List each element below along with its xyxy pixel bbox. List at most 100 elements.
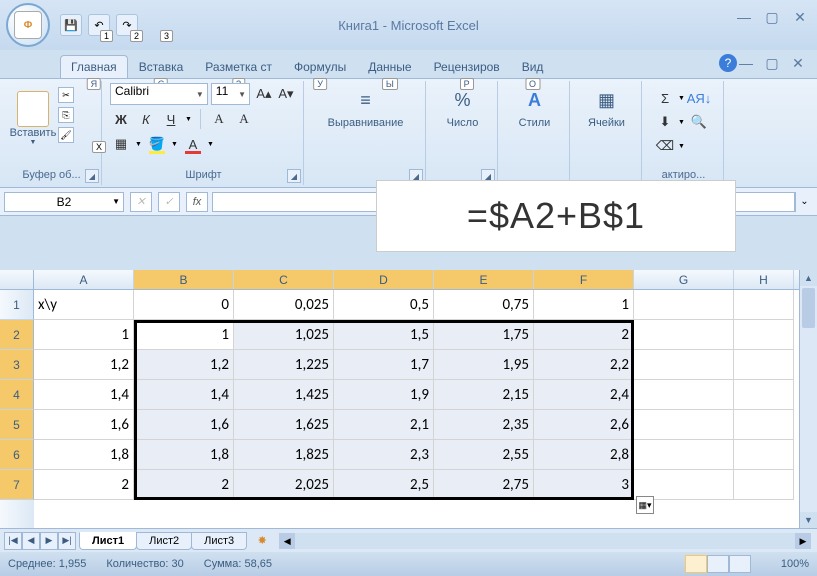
number-button[interactable]: % Число (434, 83, 491, 131)
fx-icon[interactable]: fx (186, 192, 208, 212)
font-extra-a-button[interactable]: A (208, 108, 230, 130)
scroll-thumb[interactable] (802, 288, 815, 328)
cell[interactable]: 2,6 (534, 410, 634, 440)
fill-split2[interactable]: ▼ (678, 111, 686, 133)
font-extra-b-button[interactable]: A (233, 108, 255, 130)
cell[interactable]: 1,025 (234, 320, 334, 350)
cell[interactable] (634, 440, 734, 470)
office-button[interactable]: Ф (6, 3, 50, 47)
bold-button[interactable]: Ж (110, 108, 132, 130)
cell[interactable]: 1,5 (334, 320, 434, 350)
cell[interactable]: 2 (534, 320, 634, 350)
cell[interactable]: 2,55 (434, 440, 534, 470)
sum-split[interactable]: ▼ (678, 87, 686, 109)
column-header[interactable]: A (34, 270, 134, 289)
font-name-select[interactable]: Calibri▼ (110, 83, 208, 105)
cell[interactable]: 2,4 (534, 380, 634, 410)
underline-button[interactable]: Ч (160, 108, 182, 130)
cell[interactable] (734, 440, 794, 470)
sort-filter-icon[interactable]: AЯ↓ (688, 87, 710, 109)
maximize-button[interactable]: ▢ (761, 8, 783, 26)
row-header[interactable]: 4 (0, 380, 34, 410)
italic-button[interactable]: К (135, 108, 157, 130)
cell[interactable] (634, 320, 734, 350)
column-header[interactable]: G (634, 270, 734, 289)
cell[interactable]: 1,2 (134, 350, 234, 380)
cell[interactable]: 1 (134, 320, 234, 350)
cell[interactable]: 2 (134, 470, 234, 500)
cell[interactable] (734, 470, 794, 500)
font-color-button[interactable]: A (182, 133, 204, 155)
autofill-options-icon[interactable]: ▦▾ (636, 496, 654, 514)
cell[interactable]: 1,75 (434, 320, 534, 350)
cell[interactable]: 1,425 (234, 380, 334, 410)
column-header[interactable]: D (334, 270, 434, 289)
horizontal-scrollbar[interactable]: ◀ ▶ (279, 533, 811, 549)
cells-area[interactable]: ▦▾ x\y00,0250,50,751111,0251,51,7521,21,… (34, 290, 817, 528)
grow-font-icon[interactable]: A▴ (253, 83, 275, 105)
sheet-nav-button[interactable]: |◀ (4, 532, 22, 550)
styles-button[interactable]: A Стили (506, 83, 563, 131)
cell[interactable]: 2,75 (434, 470, 534, 500)
cell[interactable] (634, 410, 734, 440)
cell[interactable]: x\y (34, 290, 134, 320)
row-header[interactable]: 6 (0, 440, 34, 470)
cell[interactable]: 2,1 (334, 410, 434, 440)
clear-icon[interactable]: ⌫ (654, 135, 676, 157)
row-header[interactable]: 7 (0, 470, 34, 500)
page-break-view-button[interactable] (729, 555, 751, 573)
close-button[interactable]: ✕ (789, 8, 811, 26)
cell[interactable]: 0,5 (334, 290, 434, 320)
cell[interactable]: 3 (534, 470, 634, 500)
cell[interactable]: 1 (534, 290, 634, 320)
new-sheet-icon[interactable]: ✸ (251, 532, 273, 549)
spreadsheet-grid[interactable]: ABCDEFGH 1234567 ▦▾ x\y00,0250,50,751111… (0, 270, 817, 528)
cell[interactable]: 2,3 (334, 440, 434, 470)
column-header[interactable]: E (434, 270, 534, 289)
enter-formula-icon[interactable]: ✓ (158, 192, 180, 212)
formula-bar-expand-icon[interactable]: ⌄ (795, 192, 813, 212)
tab-Данные[interactable]: ДанныеЫ (357, 55, 422, 78)
tab-Главная[interactable]: ГлавнаяЯ (60, 55, 128, 78)
clear-split[interactable]: ▼ (678, 135, 686, 157)
wb-close-button[interactable]: ✕ (787, 54, 809, 72)
row-header[interactable]: 1 (0, 290, 34, 320)
normal-view-button[interactable] (685, 555, 707, 573)
cells-button[interactable]: ▦ Ячейки (578, 83, 635, 131)
cell[interactable] (634, 380, 734, 410)
cell[interactable]: 2,2 (534, 350, 634, 380)
paste-button[interactable]: Вставить ▼ (8, 83, 58, 153)
cell[interactable]: 1,9 (334, 380, 434, 410)
cell[interactable] (734, 410, 794, 440)
fill-split[interactable]: ▼ (171, 141, 179, 148)
vertical-scrollbar[interactable]: ▲ ▼ (799, 270, 817, 528)
cell[interactable]: 2,15 (434, 380, 534, 410)
sheet-nav-button[interactable]: ◀ (22, 532, 40, 550)
cell[interactable]: 1,95 (434, 350, 534, 380)
cell[interactable]: 2,5 (334, 470, 434, 500)
sheet-tab[interactable]: Лист2 (136, 532, 192, 550)
autosum-icon[interactable]: Σ (654, 87, 676, 109)
find-icon[interactable]: 🔍 (688, 111, 710, 133)
cell[interactable]: 1,8 (34, 440, 134, 470)
cell[interactable]: 1 (34, 320, 134, 350)
tab-Вставка[interactable]: ВставкаС (128, 55, 195, 78)
row-header[interactable]: 5 (0, 410, 34, 440)
cell[interactable]: 0,75 (434, 290, 534, 320)
cell[interactable]: 1,2 (34, 350, 134, 380)
scroll-down-icon[interactable]: ▼ (800, 512, 817, 528)
cell[interactable]: 0,025 (234, 290, 334, 320)
qat-save-icon[interactable]: 💾 (60, 14, 82, 36)
cell[interactable]: 1,625 (234, 410, 334, 440)
underline-split[interactable]: ▼ (185, 116, 193, 123)
column-header[interactable]: B (134, 270, 234, 289)
cell[interactable]: 1,8 (134, 440, 234, 470)
cell[interactable]: 1,7 (334, 350, 434, 380)
cell[interactable] (734, 290, 794, 320)
cell[interactable] (734, 320, 794, 350)
page-layout-view-button[interactable] (707, 555, 729, 573)
sheet-nav-button[interactable]: ▶| (58, 532, 76, 550)
wb-minimize-button[interactable]: — (735, 54, 757, 72)
cell[interactable] (734, 350, 794, 380)
format-painter-icon[interactable]: 🖌 (58, 127, 74, 143)
